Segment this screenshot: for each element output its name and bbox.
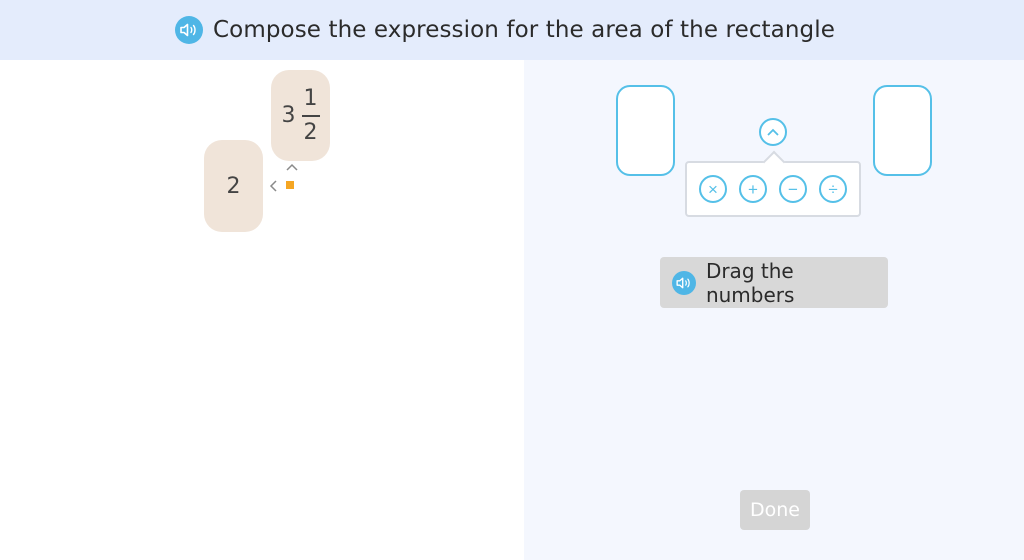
done-button[interactable]: Done: [740, 490, 810, 530]
subtract-button[interactable]: −: [779, 175, 807, 203]
hint-text: Drag the numbers: [705, 258, 795, 307]
hint-banner: Drag the numbers: [660, 257, 888, 308]
mixed-whole: 3: [281, 103, 296, 128]
number-tile-mixed[interactable]: 3 1 2: [271, 70, 330, 161]
fraction-denominator: 2: [303, 119, 318, 145]
drop-slot-left[interactable]: [616, 85, 675, 176]
fraction-numerator: 1: [303, 85, 318, 111]
operator-menu: × + − ÷: [685, 161, 861, 217]
operator-toggle-button[interactable]: [759, 118, 787, 146]
chevron-up-icon: [285, 161, 299, 175]
fraction: 1 2: [301, 85, 320, 146]
chevron-up-icon: [767, 128, 779, 136]
page-title: Compose the expression for the area of t…: [213, 17, 835, 43]
divide-button[interactable]: ÷: [819, 175, 847, 203]
speaker-icon[interactable]: [175, 16, 203, 44]
mixed-number: 3 1 2: [282, 86, 320, 146]
chevron-left-icon: [268, 179, 278, 196]
drop-slot-right[interactable]: [873, 85, 932, 176]
rectangle-marker: [286, 181, 294, 189]
multiply-button[interactable]: ×: [699, 175, 727, 203]
speaker-icon[interactable]: [672, 270, 696, 295]
number-tile-two[interactable]: 2: [204, 140, 263, 232]
rectangle-workspace: 3 1 2 2: [0, 60, 524, 560]
expression-panel: × + − ÷ Drag the numbers Done: [524, 60, 1024, 560]
task-header: Compose the expression for the area of t…: [0, 0, 1024, 60]
fraction-bar: [301, 114, 320, 117]
tile-value: 2: [226, 173, 241, 199]
add-button[interactable]: +: [739, 175, 767, 203]
